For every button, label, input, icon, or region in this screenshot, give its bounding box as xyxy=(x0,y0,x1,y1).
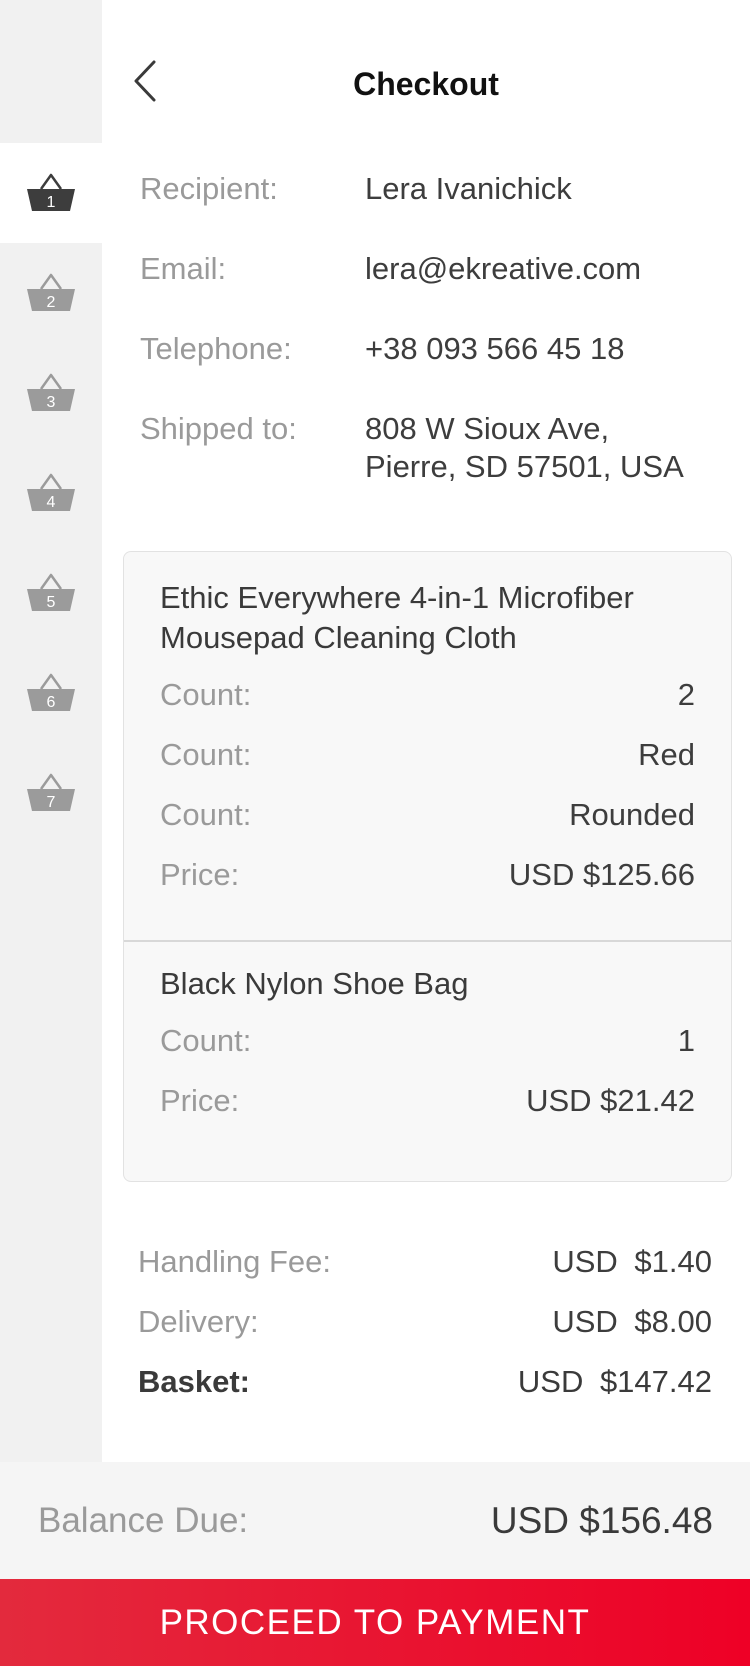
handling-fee-label: Handling Fee: xyxy=(138,1244,332,1279)
basket-icon: 5 xyxy=(27,573,75,611)
telephone-label: Telephone: xyxy=(140,331,292,366)
item-row-value: USD $125.66 xyxy=(508,857,695,892)
balance-due-value: USD $156.48 xyxy=(490,1499,713,1541)
item-row-value: 1 xyxy=(677,1023,695,1058)
item-row-value: 2 xyxy=(677,677,695,712)
basket-tab-5[interactable]: 5 xyxy=(0,543,102,643)
basket-number: 6 xyxy=(47,694,56,711)
order-items-card: Ethic Everywhere 4-in-1 Microfiber Mouse… xyxy=(123,551,732,1182)
item-row-label: Count: xyxy=(160,1023,252,1058)
basket-number: 1 xyxy=(47,194,56,211)
item-price-row: Price: USD $21.42 xyxy=(160,1082,695,1142)
recipient-info: Recipient: Lera Ivanichick Email: lera@e… xyxy=(140,170,730,528)
basket-tab-4[interactable]: 4 xyxy=(0,443,102,543)
order-item: Black Nylon Shoe Bag Count: 1 Price: USD… xyxy=(124,964,731,1142)
order-item: Ethic Everywhere 4-in-1 Microfiber Mouse… xyxy=(124,578,731,916)
email-value: lera@ekreative.com xyxy=(365,251,642,286)
item-row-label: Count: xyxy=(160,737,252,772)
delivery-row: Delivery: USD $8.00 xyxy=(138,1303,712,1363)
basket-tab-6[interactable]: 6 xyxy=(0,643,102,743)
balance-due-bar: Balance Due: USD $156.48 xyxy=(0,1462,750,1579)
basket-number: 7 xyxy=(47,794,56,811)
basket-icon: 1 xyxy=(27,173,75,211)
item-row-label: Count: xyxy=(160,797,252,832)
header: Checkout xyxy=(102,0,750,143)
basket-number: 2 xyxy=(47,294,56,311)
delivery-label: Delivery: xyxy=(138,1304,259,1339)
order-totals: Handling Fee: USD $1.40 Delivery: USD $8… xyxy=(138,1243,712,1423)
email-label: Email: xyxy=(140,251,227,286)
item-row-label: Price: xyxy=(160,857,240,892)
handling-fee-row: Handling Fee: USD $1.40 xyxy=(138,1243,712,1303)
telephone-row: Telephone: +38 093 566 45 18 xyxy=(140,330,730,368)
item-count-row: Count: 2 xyxy=(160,676,695,736)
shipped-to-row: Shipped to: 808 W Sioux Ave, Pierre, SD … xyxy=(140,410,730,486)
item-name: Ethic Everywhere 4-in-1 Microfiber Mouse… xyxy=(160,578,695,658)
item-count-row: Count: 1 xyxy=(160,1022,695,1082)
item-row-value: USD $21.42 xyxy=(526,1083,695,1118)
item-row-value: Rounded xyxy=(569,797,695,832)
basket-total-row: Basket: USD $147.42 xyxy=(138,1363,712,1423)
basket-total-label: Basket: xyxy=(138,1364,250,1399)
delivery-value: USD $8.00 xyxy=(552,1304,712,1339)
address-line-1: 808 W Sioux Ave, xyxy=(365,411,610,446)
proceed-to-payment-button[interactable]: PROCEED TO PAYMENT xyxy=(0,1579,750,1666)
balance-due-label: Balance Due: xyxy=(38,1500,249,1540)
basket-tab-7[interactable]: 7 xyxy=(0,743,102,843)
basket-tab-1[interactable]: 1 xyxy=(0,143,102,243)
item-price-row: Price: USD $125.66 xyxy=(160,856,695,916)
recipient-row: Recipient: Lera Ivanichick xyxy=(140,170,730,208)
basket-number: 4 xyxy=(47,494,56,511)
telephone-value: +38 093 566 45 18 xyxy=(365,331,625,366)
item-divider xyxy=(124,940,731,942)
item-row-label: Count: xyxy=(160,677,252,712)
item-row-label: Price: xyxy=(160,1083,240,1118)
item-color-row: Count: Red xyxy=(160,736,695,796)
basket-icon: 3 xyxy=(27,373,75,411)
basket-icon: 7 xyxy=(27,773,75,811)
basket-number: 5 xyxy=(47,594,56,611)
basket-tab-3[interactable]: 3 xyxy=(0,343,102,443)
item-shape-row: Count: Rounded xyxy=(160,796,695,856)
item-name-line-1: Ethic Everywhere 4-in-1 Microfiber xyxy=(160,580,634,615)
item-name-line-2: Mousepad Cleaning Cloth xyxy=(160,620,517,655)
basket-tab-2[interactable]: 2 xyxy=(0,243,102,343)
address-line-2: Pierre, SD 57501, USA xyxy=(365,449,684,484)
handling-fee-value: USD $1.40 xyxy=(552,1244,712,1279)
shipped-to-label: Shipped to: xyxy=(140,411,297,446)
basket-icon: 4 xyxy=(27,473,75,511)
basket-icon: 6 xyxy=(27,673,75,711)
email-row: Email: lera@ekreative.com xyxy=(140,250,730,288)
page-title: Checkout xyxy=(353,66,499,102)
shipped-to-value: 808 W Sioux Ave, Pierre, SD 57501, USA xyxy=(365,410,684,486)
item-row-value: Red xyxy=(638,737,695,772)
sidebar-top xyxy=(0,0,102,143)
basket-icon: 2 xyxy=(27,273,75,311)
basket-total-value: USD $147.42 xyxy=(517,1364,712,1399)
basket-number: 3 xyxy=(47,394,56,411)
recipient-label: Recipient: xyxy=(140,171,278,206)
recipient-value: Lera Ivanichick xyxy=(365,171,572,206)
item-name: Black Nylon Shoe Bag xyxy=(160,966,469,1001)
